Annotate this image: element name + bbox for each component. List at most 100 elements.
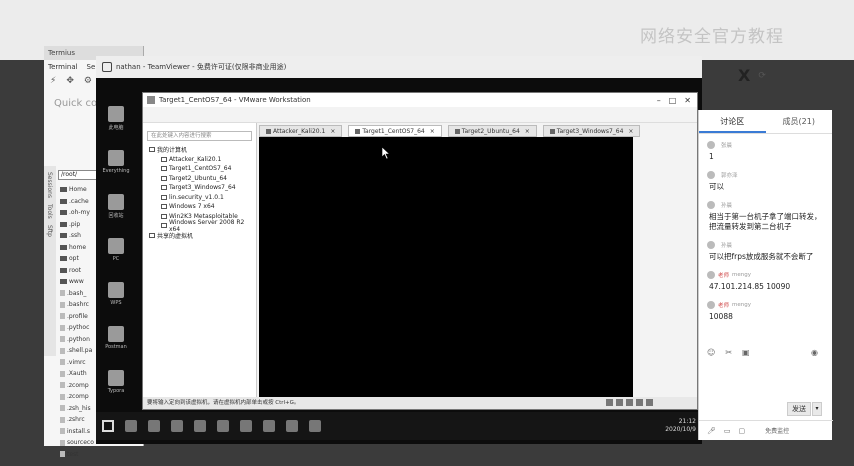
usb-icon[interactable] [636,399,643,406]
vm-item[interactable]: Target3_Windows7_64 [149,183,256,193]
explorer-icon[interactable] [171,420,183,432]
file-item-parent[interactable]: Home [60,184,100,196]
tree-root-my-computer[interactable]: 我的计算机 [149,145,256,155]
vm-item[interactable]: Target1_CentOS7_64 [149,164,256,174]
vm-item[interactable]: Windows Server 2008 R2 x64 [149,219,256,233]
file-item[interactable]: install.s [60,426,100,438]
vm-tab[interactable]: Target3_Windows7_64 × [542,125,641,137]
file-item[interactable]: .bashrc [60,299,100,311]
app-icon[interactable] [309,420,321,432]
cd-icon[interactable] [616,399,623,406]
avatar[interactable] [707,241,715,249]
close-icon[interactable]: ✕ [684,96,691,105]
file-item[interactable]: .pip [60,219,100,231]
desktop-icon[interactable]: 回收站 [100,194,132,219]
screen-share-icon[interactable]: ▢ [739,427,746,435]
file-item[interactable]: .Xauth [60,368,100,380]
sidebar-tab-tools[interactable]: Tools [46,204,53,219]
desktop-icon[interactable]: Postman [100,326,132,350]
menu-terminal[interactable]: Terminal [48,63,78,71]
file-item[interactable]: .python [60,334,100,346]
record-icon[interactable]: ◉ [811,348,818,357]
file-item[interactable]: root [60,265,100,277]
desktop-icon[interactable]: PC [100,238,132,262]
app-icon[interactable] [286,420,298,432]
vm-tab[interactable]: Attacker_Kali20.1 × [259,125,343,137]
app-icon[interactable] [263,420,275,432]
vm-item[interactable]: Attacker_Kali20.1 [149,155,256,165]
file-item[interactable]: opt [60,253,100,265]
desktop-icon[interactable]: WPS [100,282,132,306]
desktop-icon[interactable]: Typora [100,370,132,394]
close-icon[interactable]: × [525,128,530,135]
file-item[interactable]: .zsh_his [60,403,100,415]
lightning-icon[interactable]: ⚡ [50,76,56,86]
file-item[interactable]: .cache [60,196,100,208]
menu-se[interactable]: Se [87,63,96,71]
file-item[interactable]: home [60,242,100,254]
path-input[interactable]: /root/ [58,170,98,180]
browser-icon[interactable] [194,420,206,432]
move-icon[interactable]: ✥ [66,76,74,86]
file-item[interactable]: sourceco [60,437,100,449]
close-icon[interactable]: × [330,128,335,135]
send-button[interactable]: 发送 [787,402,811,416]
file-item[interactable]: .shell.pa [60,345,100,357]
file-item[interactable]: test [60,449,100,461]
avatar[interactable] [707,301,715,309]
file-item[interactable]: .zcomp [60,391,100,403]
vm-tab[interactable]: Target1_CentOS7_64 × [348,125,442,137]
clock[interactable]: 21:12 2020/10/9 [665,418,696,434]
desktop-icon[interactable]: 此电脑 [100,106,132,131]
vm-tab[interactable]: Target2_Ubuntu_64 × [447,125,537,137]
avatar[interactable] [707,201,715,209]
sound-icon[interactable] [646,399,653,406]
x-icon[interactable]: 𝗫 [738,66,750,85]
tab-discussion[interactable]: 讨论区 [699,110,766,133]
file-item[interactable]: www [60,276,100,288]
avatar[interactable] [707,171,715,179]
file-item[interactable]: .oh-my [60,207,100,219]
tab-members[interactable]: 成员(21) [766,110,833,133]
close-icon[interactable]: × [628,128,633,135]
file-item[interactable]: .ssh [60,230,100,242]
avatar[interactable] [707,271,715,279]
vm-item[interactable]: Windows 7 x64 [149,202,256,212]
desktop-icon[interactable]: Everything [100,150,132,174]
scissors-icon[interactable]: ✂ [725,348,732,357]
file-item[interactable]: .bash_ [60,288,100,300]
folder-icon [60,244,67,250]
file-item[interactable]: .profile [60,311,100,323]
network-icon[interactable] [626,399,633,406]
vm-console[interactable] [259,137,633,397]
terminal-icon[interactable] [240,420,252,432]
mic-icon[interactable]: 🎤︎ [707,427,716,435]
sidebar-tab-sftp[interactable]: Sftp [46,225,53,237]
sidebar-tab-sessions[interactable]: Sessions [46,172,53,198]
file-item[interactable]: .zcomp [60,380,100,392]
vmware-icon[interactable] [217,420,229,432]
file-item[interactable]: .zshrc [60,414,100,426]
refresh-icon[interactable]: ⟳ [758,71,766,81]
gear-icon[interactable]: ⚙ [84,76,92,86]
vm-tree: 我的计算机 Attacker_Kali20.1 Target1_CentOS7_64… [143,145,256,240]
minimize-icon[interactable]: – [657,96,661,105]
bottom-label[interactable]: 免费监控 [765,426,789,435]
disk-icon[interactable] [606,399,613,406]
avatar[interactable] [707,141,715,149]
search-icon[interactable] [125,420,137,432]
taskview-icon[interactable] [148,420,160,432]
file-item[interactable]: .vimrc [60,357,100,369]
computer-icon [149,147,155,153]
vm-item[interactable]: Target2_Ubuntu_64 [149,174,256,184]
send-options-button[interactable]: ▾ [812,402,822,416]
emoji-icon[interactable]: ☺ [707,348,715,357]
start-icon[interactable] [102,420,114,432]
camera-icon[interactable]: ▭ [724,427,731,435]
file-item[interactable]: .pythoc [60,322,100,334]
close-icon[interactable]: × [430,128,435,135]
vm-item[interactable]: lin.security_v1.0.1 [149,193,256,203]
image-icon[interactable]: ▣ [742,348,750,357]
library-search-input[interactable]: 在此处键入内容进行搜索 [147,131,252,141]
maximize-icon[interactable]: □ [669,96,677,105]
